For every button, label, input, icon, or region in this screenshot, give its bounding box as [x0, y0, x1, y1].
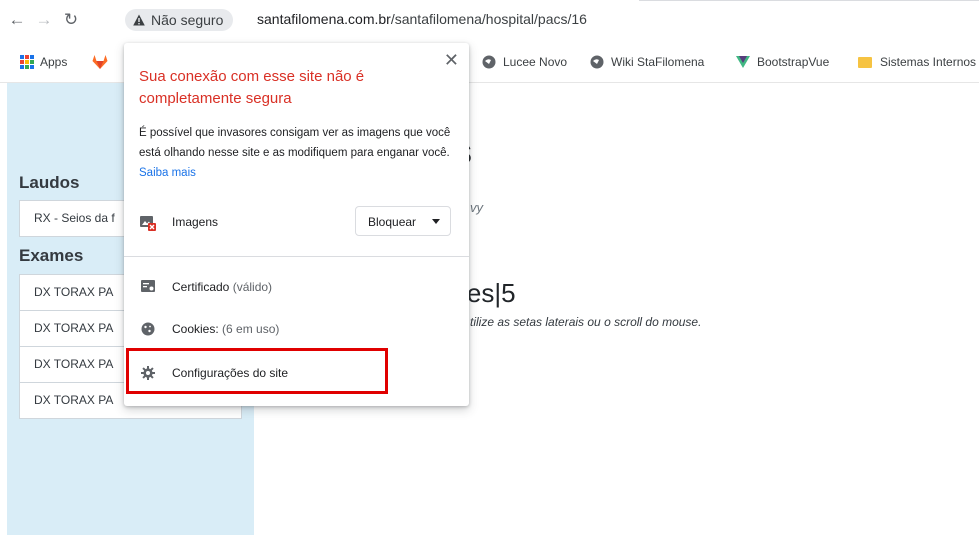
images-permission-label: Imagens — [172, 215, 219, 229]
series-hint: tilize as setas laterais ou o scroll do … — [470, 315, 702, 329]
cookie-icon — [141, 322, 155, 336]
certificate-status: (válido) — [232, 280, 273, 294]
bookmark-gitlab[interactable] — [92, 53, 108, 71]
laudos-title: Laudos — [19, 173, 80, 192]
certificate-label-text: Certificado — [172, 280, 230, 294]
bookmark-lucee-novo[interactable]: Lucee Novo — [482, 53, 567, 71]
forward-arrow-icon[interactable]: → — [34, 9, 54, 31]
cookies-count: (6 em uso) — [222, 322, 280, 336]
highlight-box — [126, 348, 388, 394]
cookies-label: Cookies: (6 em uso) — [172, 322, 279, 336]
popup-title: Sua conexão com esse site não é completa… — [139, 68, 365, 107]
bookmark-label: Wiki StaFilomena — [611, 55, 705, 69]
cookies-label-text: Cookies: — [172, 322, 219, 336]
bookmark-label: Lucee Novo — [503, 55, 568, 69]
url-path: /santafilomena/hospital/pacs/16 — [390, 11, 587, 27]
images-permission-select[interactable]: Bloquear — [355, 206, 451, 236]
bookmark-label: Apps — [40, 55, 68, 69]
page-subtitle-fragment: vy — [470, 200, 483, 215]
site-info-popup: ✕ Sua conexão com esse site não é comple… — [124, 43, 469, 406]
certificate-row[interactable]: Certificado (válido) — [139, 276, 454, 300]
exames-title: Exames — [19, 246, 84, 265]
address-bar[interactable]: santafilomena.com.br/santafilomena/hospi… — [257, 11, 587, 27]
images-permission-value: Bloquear — [368, 215, 417, 229]
security-chip[interactable]: Não seguro — [125, 9, 234, 31]
bookmark-sistemas-internos[interactable]: Sistemas Internos — [858, 53, 976, 71]
bootstrapvue-icon — [736, 56, 750, 68]
security-chip-label: Não seguro — [151, 12, 224, 28]
popup-description-text: É possível que invasores consigam ver as… — [139, 127, 451, 159]
bookmark-label: BootstrapVue — [757, 55, 830, 69]
certificate-label: Certificado (válido) — [172, 280, 272, 294]
apps-grid-icon — [20, 55, 34, 69]
folder-icon — [858, 56, 872, 68]
reload-icon[interactable]: ↻ — [61, 9, 81, 31]
gitlab-icon — [92, 55, 108, 69]
images-permission-row: Imagens Bloquear — [139, 206, 454, 238]
chevron-down-icon — [432, 219, 440, 224]
browser-toolbar: ← → ↻ Não seguro santafilomena.com.br/sa… — [0, 0, 979, 40]
url-host: santafilomena.com.br — [257, 11, 391, 27]
bookmark-label: Sistemas Internos — [880, 55, 977, 69]
certificate-icon — [141, 280, 155, 292]
cookies-row[interactable]: Cookies: (6 em uso) — [139, 318, 454, 342]
toolbar-divider — [639, 0, 979, 1]
globe-icon — [590, 55, 604, 69]
warning-triangle-icon — [133, 14, 145, 26]
popup-divider — [124, 256, 469, 257]
close-icon[interactable]: ✕ — [444, 51, 459, 69]
popup-description: É possível que invasores consigam ver as… — [139, 123, 461, 183]
images-blocked-icon — [140, 216, 156, 231]
bookmark-wiki[interactable]: Wiki StaFilomena — [590, 53, 704, 71]
bookmark-apps[interactable]: Apps — [20, 53, 67, 71]
learn-more-link[interactable]: Saiba mais — [139, 167, 196, 179]
back-arrow-icon[interactable]: ← — [7, 9, 27, 31]
globe-icon — [482, 55, 496, 69]
bookmark-bootstrapvue[interactable]: BootstrapVue — [736, 53, 829, 71]
